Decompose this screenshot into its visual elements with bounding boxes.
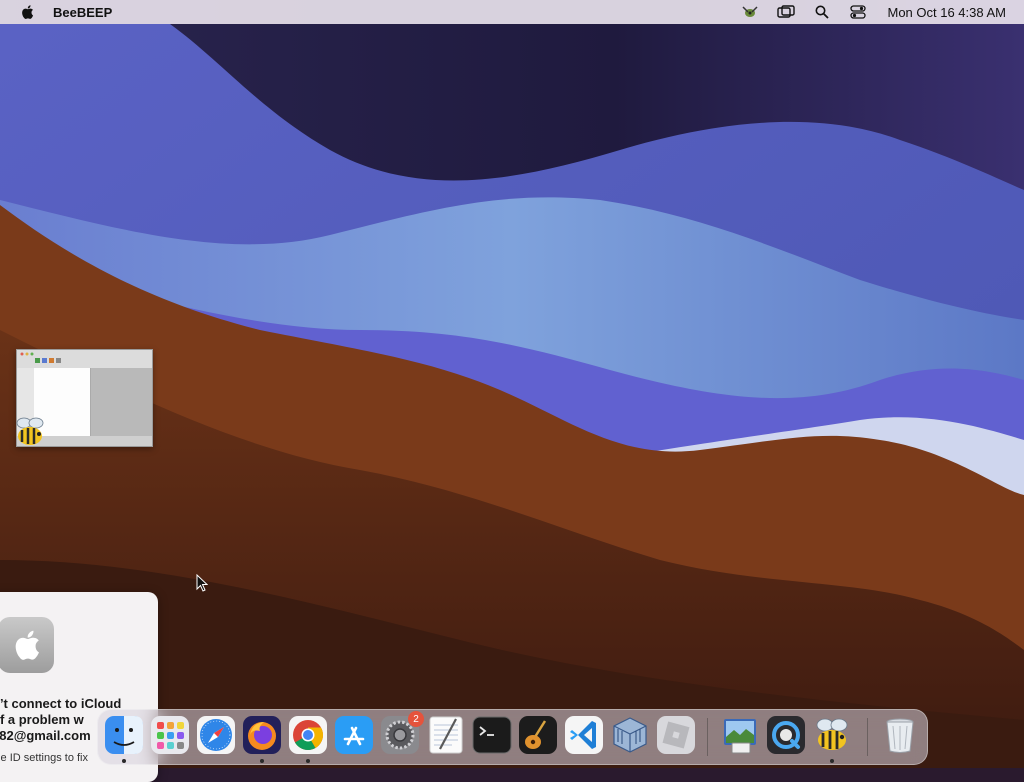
garageband-icon[interactable]: [518, 715, 558, 755]
app-store-icon[interactable]: [334, 715, 374, 755]
mouse-cursor-icon: [196, 573, 209, 592]
dock-separator: [707, 718, 708, 756]
thumbnail-toolbar: [17, 350, 152, 368]
chrome-icon[interactable]: [288, 715, 328, 755]
textedit-icon[interactable]: [426, 715, 466, 755]
menu-bar-extras: Mon Oct 16 4:38 AM: [725, 0, 1006, 24]
safari-icon[interactable]: [196, 715, 236, 755]
trash-icon[interactable]: [880, 715, 920, 755]
menu-bar: BeeBEEP Mon Oct 16 4:38 AM: [0, 0, 1024, 24]
apple-icon[interactable]: [18, 3, 36, 21]
beebeep-status-icon[interactable]: [739, 3, 761, 21]
beebeep-bee-icon: [12, 414, 48, 450]
spotlight-search-icon[interactable]: [811, 3, 833, 21]
quicktime-icon[interactable]: [766, 715, 806, 755]
running-indicator: [260, 759, 264, 763]
virtualbox-icon[interactable]: [610, 715, 650, 755]
control-center-icon[interactable]: [847, 3, 869, 21]
preview-icon[interactable]: [720, 715, 760, 755]
running-indicator: [122, 759, 126, 763]
settings-icon[interactable]: 2: [380, 711, 424, 755]
screen-mirroring-icon[interactable]: [775, 3, 797, 21]
firefox-icon[interactable]: [242, 715, 282, 755]
notification-body-line: ole ID settings to fix: [0, 752, 88, 764]
dock-separator: [867, 718, 868, 756]
notification-badge: 2: [408, 711, 424, 727]
roblox-icon[interactable]: [656, 715, 696, 755]
vscode-icon[interactable]: [564, 715, 604, 755]
beebeep-icon[interactable]: [812, 715, 852, 755]
notification-body-line: 082@gmail.com: [0, 728, 91, 743]
app-menu-name[interactable]: BeeBEEP: [53, 5, 112, 20]
running-indicator: [306, 759, 310, 763]
dock: 2: [97, 709, 928, 765]
finder-icon[interactable]: [104, 715, 144, 755]
apple-logo-icon: [0, 617, 54, 673]
running-indicator: [830, 759, 834, 763]
menu-bar-clock[interactable]: Mon Oct 16 4:38 AM: [887, 5, 1006, 20]
notification-title: n’t connect to iCloud: [0, 696, 122, 711]
launchpad-icon[interactable]: [150, 715, 190, 755]
notification-body-line: of a problem w: [0, 712, 84, 727]
terminal-icon[interactable]: [472, 715, 512, 755]
